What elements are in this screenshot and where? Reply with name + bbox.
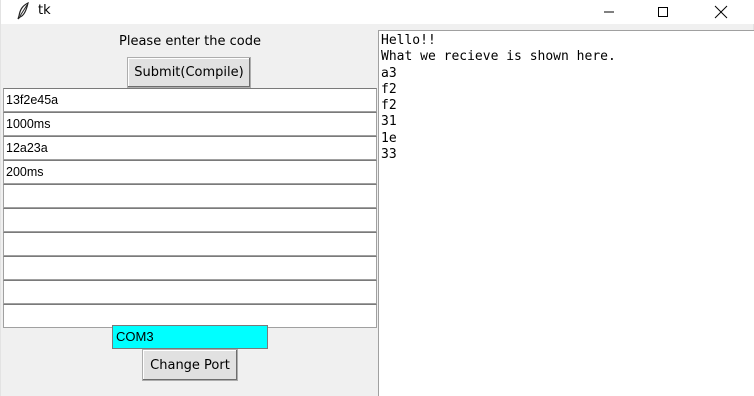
output-line: f2 xyxy=(381,81,397,97)
port-input[interactable]: COM3 xyxy=(112,325,268,349)
output-line: 1e xyxy=(381,130,397,146)
code-entry-3[interactable]: 12a23a xyxy=(3,136,377,160)
code-entry-2[interactable]: 1000ms xyxy=(3,112,377,136)
code-entry-4[interactable]: 200ms xyxy=(3,160,377,184)
output-line: 31 xyxy=(381,114,397,130)
code-entry-1[interactable]: 13f2e45a xyxy=(3,88,377,112)
code-entry-8[interactable] xyxy=(3,256,377,280)
app-window: tk Please enter the code Submit(Compile)… xyxy=(0,0,754,396)
minimize-icon xyxy=(604,11,614,13)
maximize-button[interactable] xyxy=(640,0,686,24)
code-entry-5[interactable] xyxy=(3,184,377,208)
minimize-button[interactable] xyxy=(586,0,632,24)
output-line: 33 xyxy=(381,147,397,163)
code-entry-list: 13f2e45a 1000ms 12a23a 200ms xyxy=(3,88,377,328)
close-icon xyxy=(714,5,728,19)
feather-icon xyxy=(15,1,33,20)
maximize-icon xyxy=(658,7,668,17)
window-title: tk xyxy=(38,3,51,18)
close-button[interactable] xyxy=(698,0,744,24)
received-output-text[interactable]: Hello!! What we recieve is shown here. a… xyxy=(378,30,754,396)
change-port-button[interactable]: Change Port xyxy=(142,349,238,381)
code-entry-9[interactable] xyxy=(3,280,377,304)
output-line: a3 xyxy=(381,65,397,81)
output-line: f2 xyxy=(381,98,397,114)
output-line: What we recieve is shown here. xyxy=(381,49,616,65)
title-bar[interactable]: tk xyxy=(1,0,754,24)
prompt-label: Please enter the code xyxy=(119,34,261,49)
submit-compile-button[interactable]: Submit(Compile) xyxy=(127,57,251,88)
code-entry-7[interactable] xyxy=(3,232,377,256)
code-entry-6[interactable] xyxy=(3,208,377,232)
output-line: Hello!! xyxy=(381,33,436,48)
left-panel: Please enter the code Submit(Compile) 13… xyxy=(3,30,377,396)
